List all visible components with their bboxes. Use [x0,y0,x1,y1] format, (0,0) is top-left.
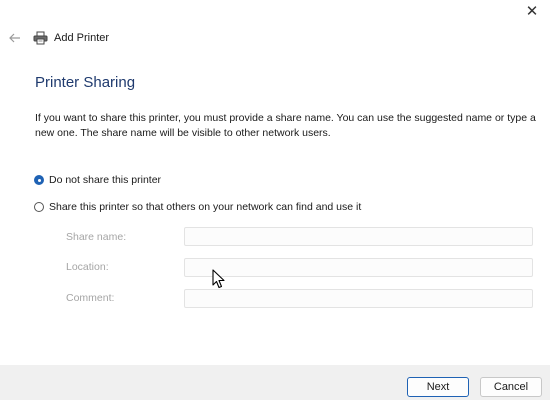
radio-do-not-share[interactable]: Do not share this printer [34,174,161,186]
radio-share-printer[interactable]: Share this printer so that others on you… [34,201,361,213]
location-label: Location: [66,261,109,273]
radio-label-share-printer[interactable]: Share this printer so that others on you… [49,201,361,213]
back-button[interactable] [6,29,24,47]
close-icon: ✕ [525,3,539,20]
back-arrow-icon [9,33,20,43]
comment-input[interactable] [184,289,533,308]
mouse-cursor-icon [212,269,225,289]
radio-button-unselected[interactable] [34,202,44,212]
radio-label-do-not-share[interactable]: Do not share this printer [49,174,161,186]
close-button[interactable]: ✕ [520,2,544,20]
page-heading: Printer Sharing [35,74,136,91]
comment-label: Comment: [66,292,115,304]
printer-icon [33,30,49,46]
radio-button-selected[interactable] [34,175,44,185]
window-title: Add Printer [54,32,110,44]
page-description: If you want to share this printer, you m… [35,112,536,139]
cancel-button[interactable]: Cancel [480,377,542,397]
share-name-label: Share name: [66,231,127,243]
wizard-header: Add Printer [6,28,109,48]
share-name-input[interactable] [184,227,533,246]
next-button[interactable]: Next [407,377,469,397]
location-input[interactable] [184,258,533,277]
